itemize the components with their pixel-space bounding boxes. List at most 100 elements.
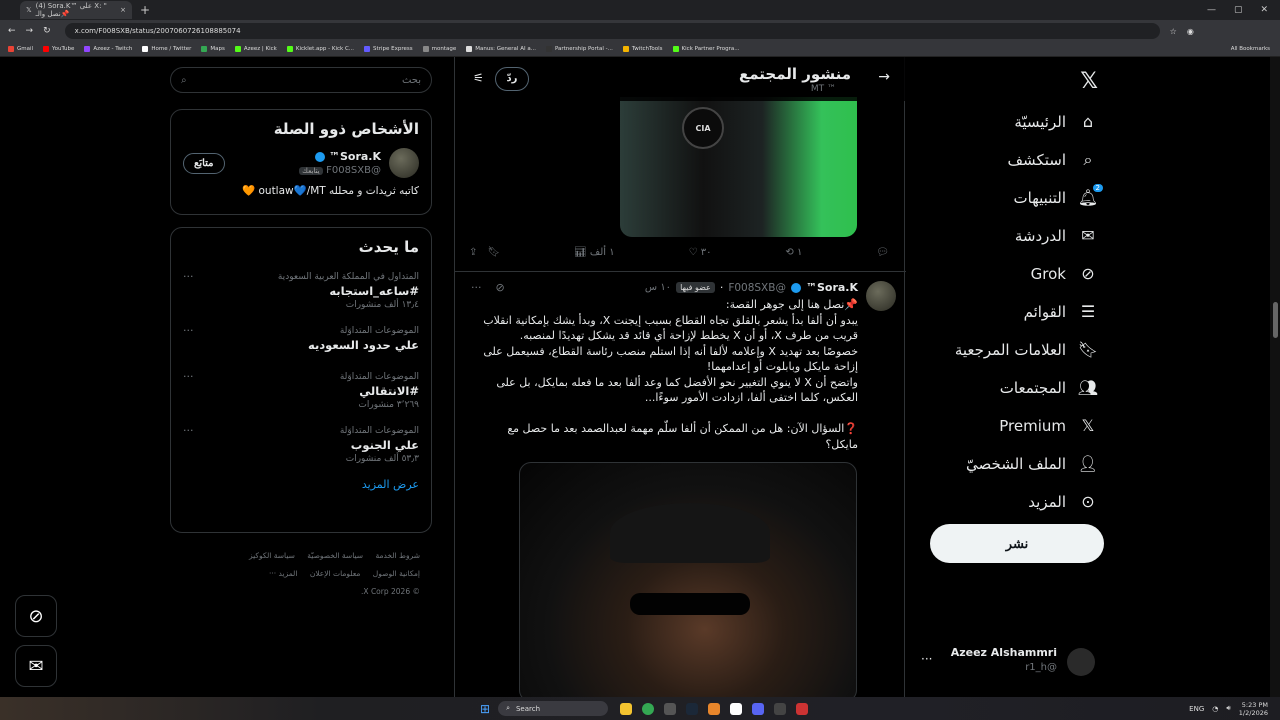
nav-item-explore[interactable]: ⌕ استكشف — [1008, 150, 1098, 170]
nav-item-home[interactable]: ⌂ الرئيسيّة — [1014, 112, 1098, 131]
forward-icon[interactable]: → — [26, 26, 34, 36]
browser-tab-title: (4) ‎Sora.K™‎ على X: "‏ 📌نصل والـ — [35, 2, 107, 18]
x-logo-icon[interactable]: 𝕏 — [1080, 69, 1098, 94]
nav-label: الدردشة — [1014, 226, 1066, 245]
footer-link[interactable]: سياسة الكوكيز — [249, 551, 295, 560]
footer-link[interactable]: إمكانية الوصول — [373, 569, 420, 578]
bookmark-item[interactable]: Gmail — [8, 46, 33, 52]
post-image[interactable]: CIA — [620, 97, 857, 237]
more-icon[interactable]: ··· — [183, 324, 194, 337]
app-icon[interactable] — [708, 702, 721, 715]
minimize-icon[interactable]: — — [1207, 5, 1216, 15]
trend-item[interactable]: الموضوعات المتداوَلة علي حدود السعوديه ·… — [171, 318, 431, 352]
lang-indicator[interactable]: ENG — [1189, 705, 1204, 713]
scrollbar[interactable] — [1270, 57, 1280, 697]
discord-icon[interactable] — [752, 702, 765, 715]
bookmark-item[interactable]: Kicklet.app - Kick C... — [286, 46, 354, 52]
bookmark-item[interactable]: TwitchTools — [622, 46, 663, 52]
bookmark-item[interactable]: Azeez | Kick — [234, 46, 277, 52]
app-icon[interactable] — [796, 702, 809, 715]
related-user[interactable]: Sora.K™ @F008SXB يتابعك متابَع — [171, 138, 431, 178]
nav-item-notifications[interactable]: 🔔︎ 2 التنبيهات — [1014, 184, 1103, 207]
account-switcher[interactable]: Azeez Alshammri @r1_h ··· — [915, 642, 1105, 682]
footer-link[interactable]: المزيد ··· — [269, 569, 297, 578]
footer-link[interactable]: معلومات الإعلان — [310, 569, 361, 578]
reload-icon[interactable]: ↻ — [43, 26, 51, 36]
maximize-icon[interactable]: ▢ — [1234, 5, 1243, 15]
more-icon[interactable]: ··· — [183, 270, 194, 283]
grok-icon[interactable]: ⊘ — [496, 281, 505, 294]
user-name[interactable]: Sora.K™ — [806, 281, 858, 294]
avatar[interactable] — [389, 148, 419, 178]
close-tab-icon[interactable]: × — [120, 6, 126, 14]
nav-item-bookmarks[interactable]: 🔖︎ العلامات المرجعية — [955, 340, 1098, 359]
scrollbar-thumb[interactable] — [1273, 302, 1278, 338]
back-icon[interactable]: ← — [8, 26, 16, 36]
trend-item[interactable]: المتداول في المملكة العربية السعودية #سا… — [171, 264, 431, 310]
filter-icon[interactable]: ⚟ — [473, 71, 484, 85]
nav-item-profile[interactable]: 👤︎ الملف الشخصيّ — [966, 454, 1098, 473]
show-more-link[interactable]: عرض المزيد — [171, 464, 431, 503]
address-bar-row: ← → ↻ x.com/F008SXB/status/2007060726108… — [0, 20, 1280, 42]
volume-icon[interactable]: 🔊︎ — [1226, 704, 1230, 713]
views-count[interactable]: 📊︎ ١ ألف — [574, 247, 615, 258]
bookmark-item[interactable]: YouTube — [43, 46, 74, 52]
app-icon[interactable] — [664, 702, 677, 715]
bookmark-item[interactable]: Azeez - Twitch — [84, 46, 132, 52]
taskbar-search[interactable]: ⌕ Search — [498, 701, 609, 716]
search-input[interactable]: بحث ⌕ — [170, 67, 432, 93]
close-window-icon[interactable]: ✕ — [1260, 5, 1268, 15]
more-icon[interactable]: ··· — [471, 281, 482, 294]
tweet-image[interactable] — [519, 462, 857, 697]
post-button[interactable]: نشر — [930, 524, 1104, 563]
more-icon[interactable]: ··· — [183, 424, 194, 437]
nav-item-chat[interactable]: ✉ الدردشة — [1015, 226, 1098, 245]
bookmark-item[interactable]: Home / Twitter — [142, 46, 191, 52]
file-explorer-icon[interactable] — [620, 702, 633, 715]
share-icon[interactable]: ⇪ — [469, 247, 477, 258]
nav-item-communities[interactable]: 👥︎ المجتمعات — [1000, 378, 1098, 397]
nav-item-premium[interactable]: 𝕏 Premium — [999, 416, 1098, 435]
reply-button[interactable]: ردّ — [495, 67, 529, 91]
wifi-icon[interactable]: ◔ — [1212, 705, 1218, 713]
nav-item-more[interactable]: ⊙ المزيد — [1028, 492, 1098, 511]
app-icon[interactable] — [730, 702, 743, 715]
avatar[interactable] — [866, 281, 896, 311]
bookmark-item[interactable]: Partnership Portal -... — [545, 46, 613, 52]
chrome-icon[interactable] — [642, 702, 655, 715]
bookmark-item[interactable]: Maps — [201, 46, 225, 52]
grok-float-button[interactable]: ⊘ — [15, 595, 57, 637]
messages-float-button[interactable]: ✉ — [15, 645, 57, 687]
app-icon[interactable] — [774, 702, 787, 715]
trend-item[interactable]: الموضوعات المتداوَلة علي الجنوب ٥٣٫٣ ألف… — [171, 418, 431, 464]
clock[interactable]: 5:23 PM 1/2/2026 — [1239, 701, 1268, 717]
bookmark-item[interactable]: Kick Partner Progra... — [672, 46, 739, 52]
profile-icon[interactable]: ◉ — [1187, 27, 1194, 36]
browser-tab[interactable]: 𝕏 (4) ‎Sora.K™‎ على X: "‏ 📌نصل والـ × — [20, 1, 132, 19]
trend-category: المتداول في المملكة العربية السعودية — [277, 272, 419, 282]
trend-count: ١٣٫٤ ألف منشورات — [345, 300, 419, 310]
bookmark-icon[interactable]: 🔖︎ — [487, 247, 500, 258]
bookmark-item[interactable]: Manus: General AI a... — [466, 46, 536, 52]
nav-item-lists[interactable]: ☰ القوائم — [1024, 302, 1098, 321]
reply-icon[interactable]: 💬︎ — [876, 247, 889, 258]
more-icon[interactable]: ··· — [183, 370, 194, 383]
repost-count[interactable]: ⟲ ١ — [785, 247, 802, 258]
back-arrow-icon[interactable]: → — [878, 69, 890, 85]
all-bookmarks-button[interactable]: All Bookmarks — [1231, 46, 1280, 52]
bookmark-item[interactable]: Stripe Express — [364, 46, 413, 52]
bookmark-item[interactable]: montage — [422, 46, 456, 52]
nav-item-grok[interactable]: ⊘ Grok — [1031, 264, 1098, 283]
url-input[interactable]: x.com/F008SXB/status/2007060726108885074 — [64, 23, 1160, 39]
windows-start-icon[interactable]: ⊞ — [480, 702, 490, 716]
steam-icon[interactable] — [686, 702, 699, 715]
user-handle[interactable]: @F008SXB — [728, 282, 786, 294]
footer-link[interactable]: شروط الخدمة — [375, 551, 420, 560]
footer-link[interactable]: سياسة الخصوصيّة — [307, 551, 363, 560]
following-button[interactable]: متابَع — [183, 152, 225, 174]
like-count[interactable]: ♡ ٣٠ — [689, 247, 712, 258]
trend-item[interactable]: الموضوعات المتداوَلة #الانتقالي ٣٬٢٦٩ من… — [171, 364, 431, 410]
star-icon[interactable]: ☆ — [1170, 27, 1177, 36]
tweet-time[interactable]: ١٠ س — [645, 282, 671, 293]
new-tab-button[interactable]: + — [140, 3, 150, 17]
